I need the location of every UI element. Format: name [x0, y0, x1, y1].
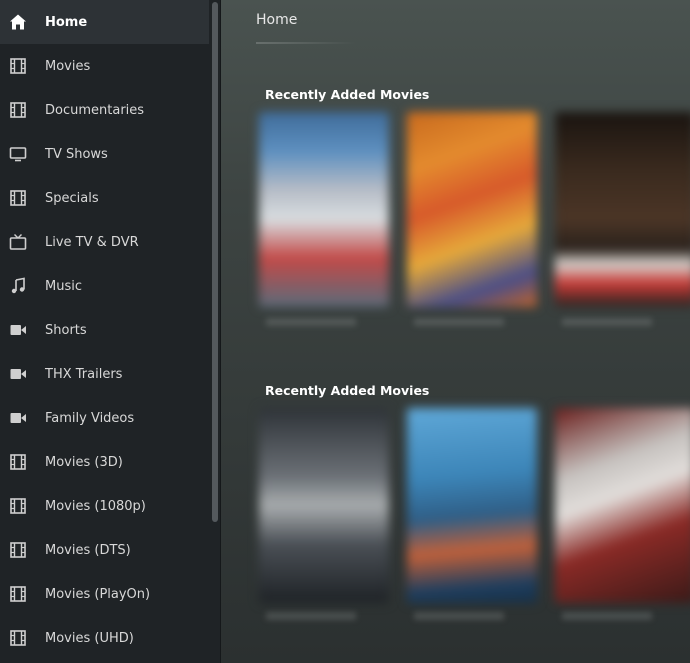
sidebar-item-label: Documentaries: [45, 102, 145, 118]
sidebar-item-documentaries[interactable]: Documentaries: [0, 88, 209, 132]
sidebar-item-label: Music: [45, 278, 82, 294]
sidebar-item-label: Movies (3D): [45, 454, 123, 470]
sidebar-item-specials[interactable]: Specials: [0, 176, 209, 220]
sidebar-scrollbar[interactable]: [211, 0, 219, 663]
sidebar-item-label: Movies (1080p): [45, 498, 146, 514]
film-icon: [9, 585, 27, 603]
video-camera-icon: [9, 321, 27, 339]
sidebar-item-label: Shorts: [45, 322, 87, 338]
movie-caption: [266, 612, 356, 620]
home-icon: [9, 13, 27, 31]
sidebar-item-movies-playon[interactable]: Movies (PlayOn): [0, 572, 209, 616]
film-icon: [9, 453, 27, 471]
film-icon: [9, 57, 27, 75]
sidebar-item-label: Movies (DTS): [45, 542, 131, 558]
movie-caption: [562, 612, 652, 620]
sidebar-item-label: Movies (PlayOn): [45, 586, 151, 602]
movie-caption: [266, 318, 356, 326]
sidebar-item-label: THX Trailers: [45, 366, 123, 382]
sidebar-item-label: Movies: [45, 58, 91, 74]
movie-poster[interactable]: [555, 408, 690, 603]
tv-icon: [9, 233, 27, 251]
monitor-icon: [9, 145, 27, 163]
sidebar-item-movies-1080p[interactable]: Movies (1080p): [0, 484, 209, 528]
sidebar-item-shorts[interactable]: Shorts: [0, 308, 209, 352]
sidebar-item-label: Specials: [45, 190, 99, 206]
movie-poster[interactable]: [259, 408, 389, 603]
movie-caption: [414, 318, 504, 326]
sidebar-item-label: Home: [45, 14, 88, 30]
film-icon: [9, 101, 27, 119]
film-icon: [9, 541, 27, 559]
sidebar-item-movies[interactable]: Movies: [0, 44, 209, 88]
section-title-recently-added-movies: Recently Added Movies: [265, 87, 430, 102]
sidebar-item-live-tv-dvr[interactable]: Live TV & DVR: [0, 220, 209, 264]
video-camera-icon: [9, 409, 27, 427]
sidebar-item-movies-3d[interactable]: Movies (3D): [0, 440, 209, 484]
page-title: Home: [256, 12, 298, 28]
sidebar-item-family-videos[interactable]: Family Videos: [0, 396, 209, 440]
movie-poster[interactable]: [407, 112, 537, 307]
sidebar-item-tv-shows[interactable]: TV Shows: [0, 132, 209, 176]
movie-poster[interactable]: [259, 112, 389, 307]
sidebar-nav: Home Movies Documentaries TV Shows Speci: [0, 0, 209, 660]
sidebar-item-music[interactable]: Music: [0, 264, 209, 308]
sidebar: Home Movies Documentaries TV Shows Speci: [0, 0, 221, 663]
title-underline: [256, 42, 356, 44]
film-icon: [9, 497, 27, 515]
sidebar-item-label: Family Videos: [45, 410, 135, 426]
movie-caption: [562, 318, 652, 326]
movie-poster[interactable]: [407, 408, 537, 603]
video-camera-icon: [9, 365, 27, 383]
sidebar-item-movies-uhd[interactable]: Movies (UHD): [0, 616, 209, 660]
movie-caption: [414, 612, 504, 620]
music-note-icon: [9, 277, 27, 295]
sidebar-scroll-thumb[interactable]: [212, 2, 218, 522]
section-title-recently-added-movies: Recently Added Movies: [265, 383, 430, 398]
film-icon: [9, 189, 27, 207]
sidebar-item-label: Movies (UHD): [45, 630, 134, 646]
film-icon: [9, 629, 27, 647]
main-content: Home Recently Added Movies Recently Adde…: [221, 0, 690, 663]
sidebar-item-home[interactable]: Home: [0, 0, 209, 44]
sidebar-item-label: Live TV & DVR: [45, 234, 139, 250]
movie-poster[interactable]: [555, 112, 690, 307]
sidebar-item-label: TV Shows: [45, 146, 108, 162]
sidebar-item-thx-trailers[interactable]: THX Trailers: [0, 352, 209, 396]
sidebar-item-movies-dts[interactable]: Movies (DTS): [0, 528, 209, 572]
